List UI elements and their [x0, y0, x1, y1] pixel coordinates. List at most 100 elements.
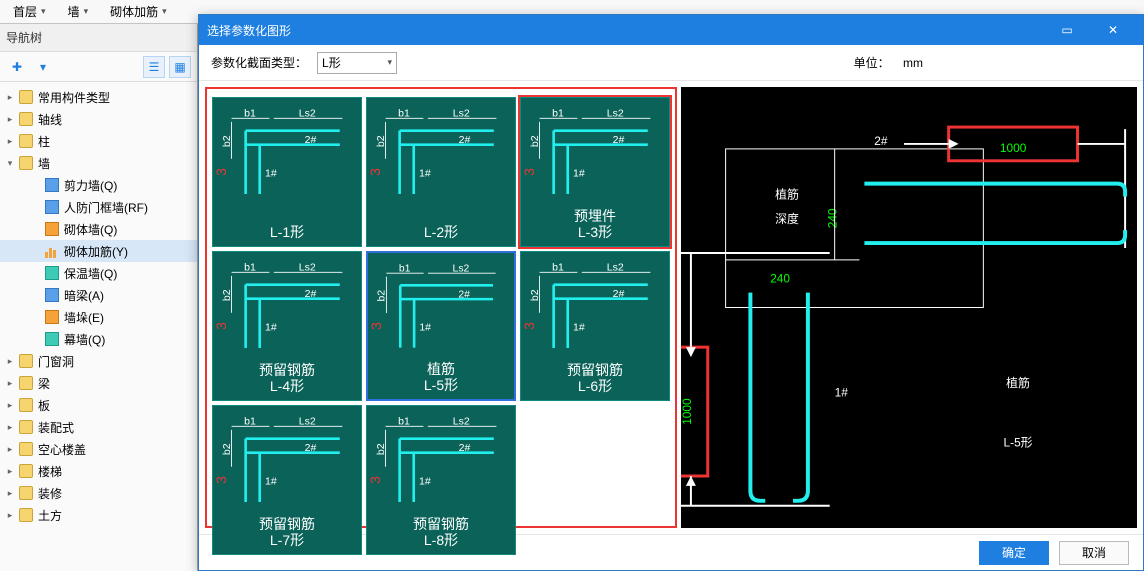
- tree-item[interactable]: ▸空心楼盖: [0, 438, 197, 460]
- chevron-down-icon: ▾: [84, 6, 89, 17]
- component-tree[interactable]: ▸常用构件类型▸轴线▸柱▾墙剪力墙(Q)人防门框墙(RF)砌体墙(Q) 砌体加筋(…: [0, 82, 197, 571]
- tree-item[interactable]: 人防门框墙(RF): [0, 196, 197, 218]
- tree-item[interactable]: ▸板: [0, 394, 197, 416]
- thumb-label: 植筋 L-5形: [368, 361, 514, 393]
- ok-button[interactable]: 确定: [979, 541, 1049, 565]
- dim-240a: 240: [770, 272, 790, 286]
- shape-thumb[interactable]: 3 b1 Ls2 b2 2# 1# 预留钢筋 L-6形: [520, 251, 670, 401]
- maximize-button[interactable]: ▭: [1045, 16, 1089, 44]
- blue-icon: [44, 177, 60, 193]
- tree-item[interactable]: ▸ 门窗洞: [0, 350, 197, 372]
- thumb-label: L-2形: [367, 224, 515, 240]
- svg-text:b2: b2: [221, 135, 233, 147]
- thumb-diagram: b1 Ls2 b2 2# 1#: [529, 260, 661, 362]
- svg-text:1#: 1#: [419, 322, 431, 333]
- tree-toggle-icon[interactable]: ▸: [4, 399, 16, 411]
- tree-item-label: 门窗洞: [38, 353, 74, 370]
- param-label: 参数化截面类型：: [211, 54, 307, 71]
- dim-1000-top: 1000: [1000, 141, 1027, 155]
- tree-item[interactable]: 幕墙(Q): [0, 328, 197, 350]
- tree-spacer: [30, 333, 42, 345]
- tree-toggle-icon[interactable]: ▸: [4, 465, 16, 477]
- add-icon[interactable]: ✚: [6, 56, 28, 78]
- tree-item-label: 幕墙(Q): [64, 331, 105, 348]
- blue-icon: [44, 199, 60, 215]
- shape-thumb[interactable]: 3 b1 Ls2 b2 2# 1# L-1形: [212, 97, 362, 247]
- tree-toggle-icon[interactable]: ▸: [4, 91, 16, 103]
- shape-thumb[interactable]: 3 b1 Ls2 b2 2# 1# 预埋件 L-3形: [520, 97, 670, 247]
- tree-item[interactable]: 保温墙(Q): [0, 262, 197, 284]
- tree-item[interactable]: ▸ 楼梯: [0, 460, 197, 482]
- svg-text:1#: 1#: [573, 167, 585, 179]
- tree-toggle-icon[interactable]: ▸: [4, 377, 16, 389]
- cancel-button[interactable]: 取消: [1059, 541, 1129, 565]
- svg-text:b1: b1: [399, 263, 411, 274]
- dialog-titlebar[interactable]: 选择参数化图形 ▭ ✕: [199, 15, 1143, 45]
- svg-text:1#: 1#: [265, 321, 277, 333]
- tree-item[interactable]: ▸梁: [0, 372, 197, 394]
- tree-toggle-icon[interactable]: ▸: [4, 135, 16, 147]
- tree-spacer: [30, 179, 42, 191]
- tree-toggle-icon[interactable]: ▸: [4, 421, 16, 433]
- toolbar-wall-label: 墙: [68, 3, 80, 20]
- thumb-diagram: b1 Ls2 b2 2# 1#: [529, 106, 661, 208]
- tag-1: 1#: [835, 386, 849, 400]
- tree-toggle-icon[interactable]: ▸: [4, 487, 16, 499]
- tree-item[interactable]: ▾墙: [0, 152, 197, 174]
- depth-l2: 深度: [775, 212, 799, 226]
- svg-text:1#: 1#: [265, 167, 277, 179]
- list-view-icon[interactable]: ☰: [143, 56, 165, 78]
- svg-text:2#: 2#: [613, 134, 625, 146]
- section-type-combo[interactable]: L形 ▾: [317, 52, 397, 74]
- shape-thumb[interactable]: 3 b1 Ls2 b2 2# 1# 预留钢筋 L-4形: [212, 251, 362, 401]
- tree-toggle-icon[interactable]: ▸: [4, 355, 16, 367]
- tree-item[interactable]: 剪力墙(Q): [0, 174, 197, 196]
- tree-toggle-icon[interactable]: ▸: [4, 443, 16, 455]
- thumb-label: 预埋件 L-3形: [521, 208, 669, 240]
- svg-text:2#: 2#: [458, 289, 470, 300]
- tree-item[interactable]: ▸轴线: [0, 108, 197, 130]
- toolbar-floor-combo[interactable]: 首层▾: [4, 1, 55, 23]
- dropdown-icon[interactable]: ▾: [32, 56, 54, 78]
- svg-text:2#: 2#: [613, 288, 625, 300]
- orange-icon: [44, 309, 60, 325]
- teal-icon: [44, 265, 60, 281]
- tree-item[interactable]: 暗梁(A): [0, 284, 197, 306]
- tree-item-label: 砌体加筋(Y): [64, 243, 128, 260]
- tree-item[interactable]: 砌体墙(Q): [0, 218, 197, 240]
- tree-item[interactable]: 砌体加筋(Y): [0, 240, 197, 262]
- folder-icon: [18, 111, 34, 127]
- toolbar-rebar-label: 砌体加筋: [110, 3, 158, 20]
- svg-text:Ls2: Ls2: [453, 416, 470, 428]
- tree-spacer: [30, 289, 42, 301]
- thumb-diagram: b1 Ls2 b2 2# 1#: [375, 106, 507, 208]
- tree-item[interactable]: ▸柱: [0, 130, 197, 152]
- tree-item[interactable]: ▸装配式: [0, 416, 197, 438]
- tree-toggle-icon[interactable]: ▾: [4, 157, 16, 169]
- close-button[interactable]: ✕: [1091, 16, 1135, 44]
- thumb-diagram: b1 Ls2 b2 2# 1#: [376, 261, 506, 361]
- tree-item-label: 楼梯: [38, 463, 62, 480]
- grid-view-icon[interactable]: ▦: [169, 56, 191, 78]
- preview-pane[interactable]: 1000 1000 240 240 2# 1# 植筋 深度: [681, 87, 1137, 528]
- svg-text:Ls2: Ls2: [299, 108, 316, 120]
- shape-thumb[interactable]: 3 b1 Ls2 b2 2# 1# L-2形: [366, 97, 516, 247]
- folder-icon: [18, 463, 34, 479]
- tree-item[interactable]: ▸常用构件类型: [0, 86, 197, 108]
- toolbar-wall-combo[interactable]: 墙▾: [59, 1, 98, 23]
- tree-item[interactable]: ▸装修: [0, 482, 197, 504]
- shape-thumb[interactable]: 3 b1 Ls2 b2 2# 1# 预留钢筋 L-8形: [366, 405, 516, 555]
- preview-title-2: L-5形: [1004, 435, 1033, 449]
- svg-text:b1: b1: [552, 262, 564, 274]
- tree-toggle-icon[interactable]: ▸: [4, 113, 16, 125]
- chevron-down-icon: ▾: [41, 6, 46, 17]
- shape-thumb[interactable]: 3 b1 Ls2 b2 2# 1# 预留钢筋 L-7形: [212, 405, 362, 555]
- toolbar-rebar-combo[interactable]: 砌体加筋▾: [101, 1, 176, 23]
- thumb-label: 预留钢筋 L-8形: [367, 516, 515, 548]
- bars-icon: [44, 243, 60, 259]
- tree-toggle-icon[interactable]: ▸: [4, 509, 16, 521]
- shape-thumb[interactable]: 3 b1 Ls2 b2 2# 1# 植筋 L-5形: [366, 251, 516, 401]
- tree-item[interactable]: ▸土方: [0, 504, 197, 526]
- tree-item[interactable]: 墙垛(E): [0, 306, 197, 328]
- svg-text:b1: b1: [244, 416, 256, 428]
